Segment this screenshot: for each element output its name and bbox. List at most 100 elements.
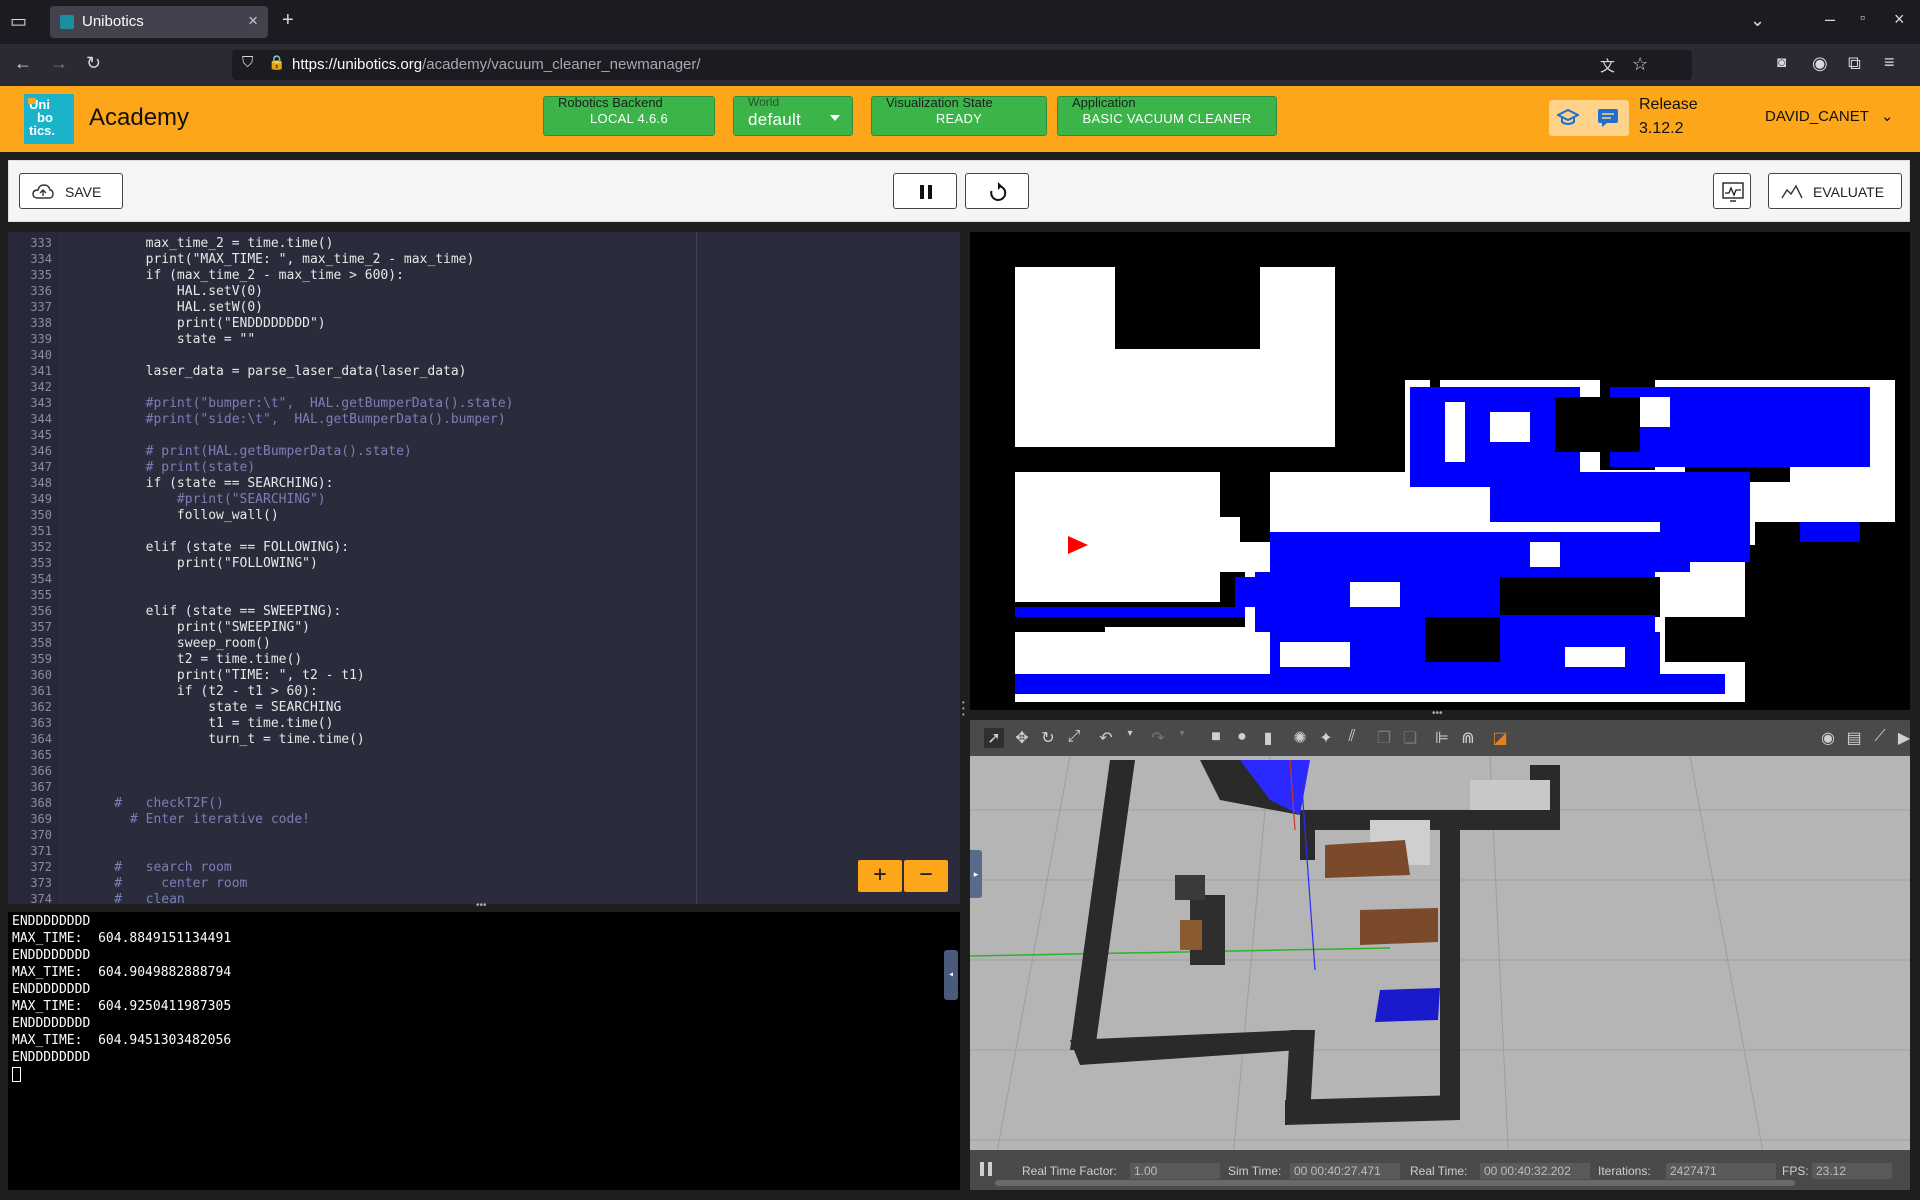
graduation-cap-icon[interactable] [1557,108,1579,128]
map-resize-handle[interactable]: ••• [1432,709,1446,719]
close-tab-icon[interactable]: × [248,11,258,31]
iterations-value: 2427471 [1666,1163,1776,1179]
rotate-mode-icon[interactable]: ↻ [1038,728,1058,748]
maximize-icon[interactable]: ▫ [1860,9,1865,25]
pause-button[interactable] [893,173,957,209]
unibotics-logo[interactable]: Uni bo tics. [24,94,74,144]
wooden-table-2 [1360,908,1438,945]
code-editor[interactable]: 333 max_time_2 = time.time() 334 print("M… [8,232,960,904]
world-select[interactable]: World default [733,95,853,136]
reset-button[interactable] [965,173,1029,209]
gazebo-side-panel-toggle[interactable]: ▸ [970,850,982,898]
evaluate-button[interactable]: EVALUATE [1768,173,1902,209]
tab-overflow-chevron-icon[interactable]: ⌄ [1750,10,1765,31]
application-button[interactable]: Application BASIC VACUUM CLEANER [1057,95,1277,136]
paste-icon[interactable]: ❏ [1400,728,1420,748]
sim-pause-icon[interactable] [980,1162,992,1176]
sphere-shape-icon[interactable]: ● [1232,728,1252,748]
snap-icon[interactable]: ⋒ [1458,728,1478,748]
zoom-in-button[interactable]: + [858,860,902,892]
redo-history-icon[interactable]: ▾ [1172,728,1192,748]
save-button[interactable]: SAVE [19,173,123,209]
wooden-table-1 [1325,840,1410,878]
release-version: 3.12.2 [1639,120,1684,137]
bookmark-star-icon[interactable]: ☆ [1632,54,1648,75]
console-side-toggle[interactable]: ◂ [944,950,958,1000]
real-time-factor-label: Real Time Factor: [1022,1164,1117,1178]
forward-icon[interactable]: → [50,53,68,74]
point-light-icon[interactable]: ✺ [1290,728,1310,748]
console-output[interactable]: ENDDDDDDDD MAX_TIME: 604.8849151134491 END… [8,912,960,1190]
url-bar[interactable]: ⛉ 🔒 https://unibotics.org/academy/vacuum… [232,50,1692,80]
panel-splitter-handle[interactable]: • • • [962,699,968,720]
tab-list-icon[interactable]: ▭ [10,11,27,32]
pocket-icon[interactable]: ◙ [1777,54,1786,71]
browser-tabbar: ▭ Unibotics × + ⌄ – ▫ × [0,0,1920,44]
shield-icon[interactable]: ⛉ [242,54,253,71]
fps-value: 23.12 [1812,1163,1892,1179]
line-number: 358 [30,636,52,650]
new-tab-icon[interactable]: + [282,9,294,32]
directional-light-icon[interactable]: ⫽ [1342,728,1362,748]
scale-mode-icon[interactable]: ⤢ [1064,728,1084,748]
code-text: t1 = time.time() [83,716,334,731]
monitor-button[interactable] [1713,173,1751,209]
minimize-icon[interactable]: – [1825,9,1835,30]
line-number: 341 [30,364,52,378]
change-view-icon[interactable]: ◪ [1490,728,1510,748]
robotics-backend-button[interactable]: Robotics Backend LOCAL 4.6.6 [543,95,715,136]
code-text: if (t2 - t1 > 60): [83,684,318,699]
align-icon[interactable]: ⊫ [1432,728,1452,748]
undo-icon[interactable]: ↶ [1096,728,1116,748]
cloud-upload-icon [32,184,54,199]
activity-monitor-icon [1722,182,1744,202]
undo-history-icon[interactable]: ▾ [1120,728,1140,748]
line-number: 352 [30,540,52,554]
line-number: 361 [30,684,52,698]
reload-icon[interactable]: ↻ [86,53,101,74]
editor-resize-handle[interactable]: ••• [476,901,490,911]
line-number: 337 [30,300,52,314]
app-title: Academy [89,104,190,131]
log-icon[interactable]: ▤ [1844,728,1864,748]
extensions-icon[interactable]: ⧉ [1848,53,1861,74]
lock-icon[interactable]: 🔒 [268,54,285,71]
line-number: 362 [30,700,52,714]
wooden-chair [1180,920,1202,950]
line-number: 344 [30,412,52,426]
line-number: 355 [30,588,52,602]
browser-tab[interactable]: Unibotics × [50,6,268,38]
translate-mode-icon[interactable]: ✥ [1012,728,1032,748]
spot-light-icon[interactable]: ✦ [1316,728,1336,748]
code-text: elif (state == FOLLOWING): [83,540,350,555]
menu-icon[interactable]: ≡ [1884,52,1895,73]
window-close-icon[interactable]: × [1894,9,1905,30]
console-line: ENDDDDDDDD [12,914,91,929]
horizontal-scrollbar[interactable] [995,1180,1795,1186]
line-number: 348 [30,476,52,490]
translate-icon[interactable]: 文 [1600,55,1615,76]
line-number: 367 [30,780,52,794]
plot-icon[interactable]: ⟋ [1870,728,1890,748]
gazebo-3d-view[interactable]: ➚ ✥ ↻ ⤢ ↶ ▾ ↷ ▾ ■ ● ▮ ✺ ✦ ⫽ ❐ ❏ ⊫ ⋒ ◪ ◉ … [970,720,1910,1190]
code-text: # print(HAL.getBumperData().state) [83,444,412,459]
code-text: # checkT2F() [83,796,224,811]
cylinder-shape-icon[interactable]: ▮ [1258,728,1278,748]
account-icon[interactable]: ◉ [1812,53,1828,74]
chevron-down-icon [830,115,840,121]
user-menu[interactable]: DAVID_CANET ⌄ [1765,107,1893,125]
zoom-out-button[interactable]: − [904,860,948,892]
back-icon[interactable]: ← [14,53,32,74]
redo-icon[interactable]: ↷ [1148,728,1168,748]
code-text: follow_wall() [83,508,279,523]
visualization-state-button[interactable]: Visualization State READY [871,95,1047,136]
screenshot-icon[interactable]: ◉ [1818,728,1838,748]
select-arrow-icon[interactable]: ➚ [984,728,1004,748]
copy-icon[interactable]: ❐ [1374,728,1394,748]
application-label: Application [1072,95,1136,110]
record-video-icon[interactable]: ▶ [1894,728,1910,748]
map-visualization [970,232,1910,710]
chat-icon[interactable] [1597,108,1619,128]
box-shape-icon[interactable]: ■ [1206,728,1226,748]
console-line: ENDDDDDDDD [12,1016,91,1031]
